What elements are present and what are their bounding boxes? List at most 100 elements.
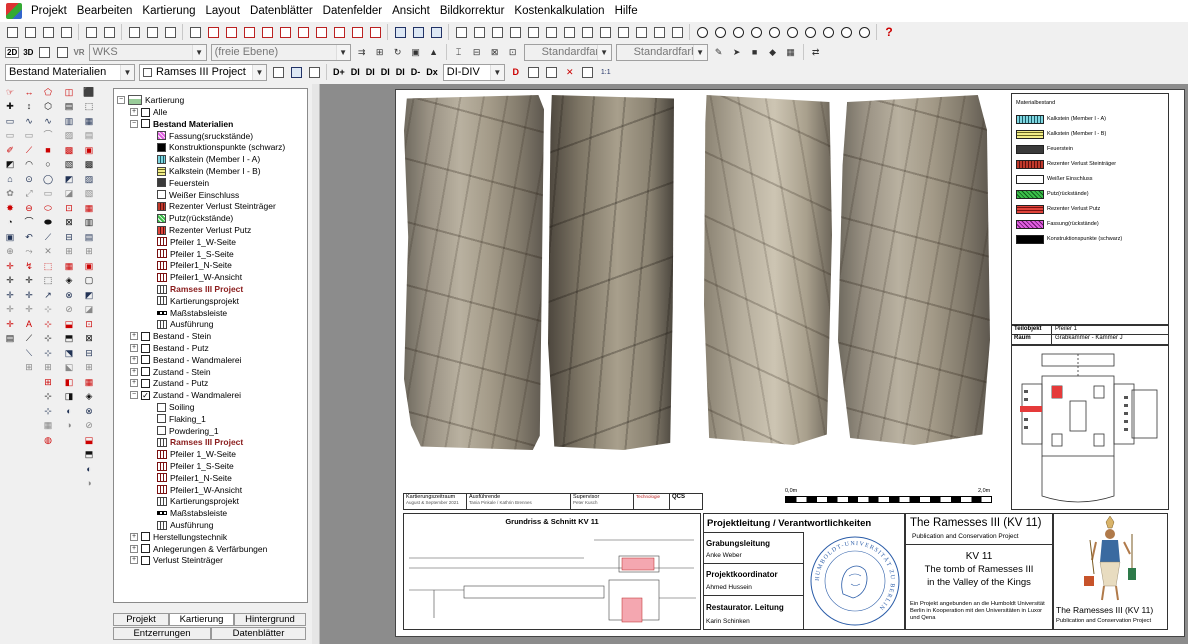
select-icon[interactable]: [187, 24, 203, 40]
dim-button-6[interactable]: Dx: [426, 67, 438, 77]
pcol4-tool-23-icon[interactable]: ◑: [61, 419, 77, 432]
tree-checkbox[interactable]: ✓: [141, 390, 150, 400]
tree-root[interactable]: − Kartierung: [117, 94, 184, 106]
tree-checkbox[interactable]: [141, 532, 150, 542]
pcol4-tool-7-icon[interactable]: ◪: [61, 187, 77, 200]
tree-checkbox[interactable]: [141, 367, 150, 377]
expand-icon[interactable]: +: [130, 108, 138, 116]
pcol2-tool-4-icon[interactable]: ⟋: [21, 144, 37, 157]
tree-group[interactable]: − ✓ Zustand - Wandmalerei: [130, 389, 241, 401]
zoom5-icon[interactable]: [766, 24, 782, 40]
mirror-icon[interactable]: ⊞: [372, 44, 388, 60]
tree-checkbox[interactable]: [141, 378, 150, 388]
pcol3-tool-21-icon[interactable]: ⊹: [40, 390, 56, 403]
pcol2-tool-9-icon[interactable]: ⌒: [21, 216, 37, 229]
blue-c-icon[interactable]: [428, 24, 444, 40]
zoom1-icon[interactable]: [694, 24, 710, 40]
tree-item[interactable]: Pfeiler 1_S-Seite: [157, 248, 234, 260]
pcol4-tool-6-icon[interactable]: ◩: [61, 173, 77, 186]
pcol3-tool-12-icon[interactable]: ⬚: [40, 260, 56, 273]
tree-item[interactable]: Kalkstein (Member I - B): [157, 165, 261, 177]
layer5-icon[interactable]: [277, 24, 293, 40]
tree-item[interactable]: Maßstabsleiste: [157, 307, 227, 319]
tool-d-icon[interactable]: ⊡: [505, 44, 521, 60]
pcol2-tool-16-icon[interactable]: A: [21, 318, 37, 331]
tab-kartierung[interactable]: Kartierung: [169, 613, 234, 626]
expand-icon[interactable]: +: [130, 367, 138, 376]
tree-item[interactable]: Ramses III Project: [157, 283, 243, 295]
pcol1-tool-2-icon[interactable]: ▭: [2, 115, 18, 128]
diamond-icon[interactable]: ◆: [765, 44, 781, 60]
pcol5-tool-11-icon[interactable]: ⊞: [81, 245, 97, 258]
tree-checkbox[interactable]: [141, 343, 150, 353]
dim-button-0[interactable]: D+: [333, 67, 345, 77]
tree-group[interactable]: + Zustand - Putz: [130, 377, 208, 389]
mode-2d-button[interactable]: 2D: [5, 46, 20, 58]
dim-button-5[interactable]: D-: [411, 67, 421, 77]
layer9-icon[interactable]: [349, 24, 365, 40]
pcol4-tool-11-icon[interactable]: ⊞: [61, 245, 77, 258]
pcol3-tool-17-icon[interactable]: ⊹: [40, 332, 56, 345]
pcol3-tool-18-icon[interactable]: ⊹: [40, 347, 56, 360]
zoom6-icon[interactable]: [784, 24, 800, 40]
tab-entzerrungen[interactable]: Entzerrungen: [113, 627, 211, 640]
swap-icon[interactable]: ⇄: [808, 44, 824, 60]
pcol5-tool-0-icon[interactable]: ⬛: [81, 86, 97, 99]
pcol4-tool-1-icon[interactable]: ▤: [61, 100, 77, 113]
pcol3-tool-3-icon[interactable]: ⌒: [40, 129, 56, 142]
plane-combo[interactable]: (freie Ebene) ▼: [210, 43, 351, 61]
dim-button-2[interactable]: DI: [366, 67, 375, 77]
pcol3-tool-14-icon[interactable]: ↗: [40, 289, 56, 302]
hatch-icon[interactable]: ▦: [783, 44, 799, 60]
pcol2-tool-8-icon[interactable]: ⊖: [21, 202, 37, 215]
pcol2-tool-7-icon[interactable]: ⤢: [21, 187, 37, 200]
pcol3-tool-16-icon[interactable]: ⊹: [40, 318, 56, 331]
pcol5-tool-3-icon[interactable]: ▤: [81, 129, 97, 142]
align-icon[interactable]: ⇉: [354, 44, 370, 60]
save-icon[interactable]: [40, 24, 56, 40]
pcol2-tool-10-icon[interactable]: ↶: [21, 231, 37, 244]
tree-item[interactable]: Soiling: [157, 401, 195, 413]
pcol5-tool-15-icon[interactable]: ◪: [81, 303, 97, 316]
pcol1-tool-17-icon[interactable]: ▤: [2, 332, 18, 345]
pcol1-tool-11-icon[interactable]: ⊕: [2, 245, 18, 258]
tree-group[interactable]: + Bestand - Putz: [130, 342, 209, 354]
pcol3-tool-15-icon[interactable]: ⊹: [40, 303, 56, 316]
delete-red-icon[interactable]: D: [508, 64, 524, 80]
tree-item[interactable]: Konstruktionspunkte (schwarz): [157, 141, 285, 153]
paste-icon[interactable]: [144, 24, 160, 40]
pcol2-tool-15-icon[interactable]: ✛: [21, 303, 37, 316]
menu-ansicht[interactable]: Ansicht: [387, 0, 435, 22]
tree-item[interactable]: Pfeiler1_N-Seite: [157, 472, 232, 484]
project-combo[interactable]: Ramses III Project ▼: [139, 63, 267, 81]
line-color-combo[interactable]: Standardfarbe ▼: [523, 43, 612, 61]
tree-item[interactable]: Kartierungsprojekt: [157, 495, 239, 507]
tool5-icon[interactable]: [525, 24, 541, 40]
pcol4-tool-17-icon[interactable]: ⬒: [61, 332, 77, 345]
print-icon[interactable]: [58, 24, 74, 40]
tree-item[interactable]: Pfeiler 1_W-Seite: [157, 236, 236, 248]
tree-checkbox[interactable]: [141, 331, 150, 341]
pcol3-tool-11-icon[interactable]: ✕: [40, 245, 56, 258]
view-split-icon[interactable]: [54, 44, 70, 60]
pcol3-tool-4-icon[interactable]: ■: [40, 144, 56, 157]
pcol5-tool-26-icon[interactable]: ◐: [81, 463, 97, 476]
tab-hintergrund[interactable]: Hintergrund: [234, 613, 306, 626]
pcol3-tool-13-icon[interactable]: ⬚: [40, 274, 56, 287]
help-icon[interactable]: ?: [881, 24, 897, 40]
tree-checkbox[interactable]: [141, 107, 150, 117]
menu-projekt[interactable]: Projekt: [26, 0, 72, 22]
collapse-icon[interactable]: −: [130, 391, 138, 400]
pcol5-tool-14-icon[interactable]: ◩: [81, 289, 97, 302]
tool8-icon[interactable]: [579, 24, 595, 40]
tree-item[interactable]: Kalkstein (Member I - A): [157, 153, 260, 165]
pcol3-tool-1-icon[interactable]: ⬡: [40, 100, 56, 113]
pcol4-tool-16-icon[interactable]: ⬓: [61, 318, 77, 331]
pcol2-tool-1-icon[interactable]: ↕: [21, 100, 37, 113]
expand-icon[interactable]: +: [130, 344, 138, 352]
pcol4-tool-20-icon[interactable]: ◧: [61, 376, 77, 389]
pcol1-tool-1-icon[interactable]: ✚: [2, 100, 18, 113]
pcol4-tool-8-icon[interactable]: ⊡: [61, 202, 77, 215]
tree-item[interactable]: Ausführung: [157, 519, 213, 531]
frame-icon[interactable]: [544, 64, 560, 80]
